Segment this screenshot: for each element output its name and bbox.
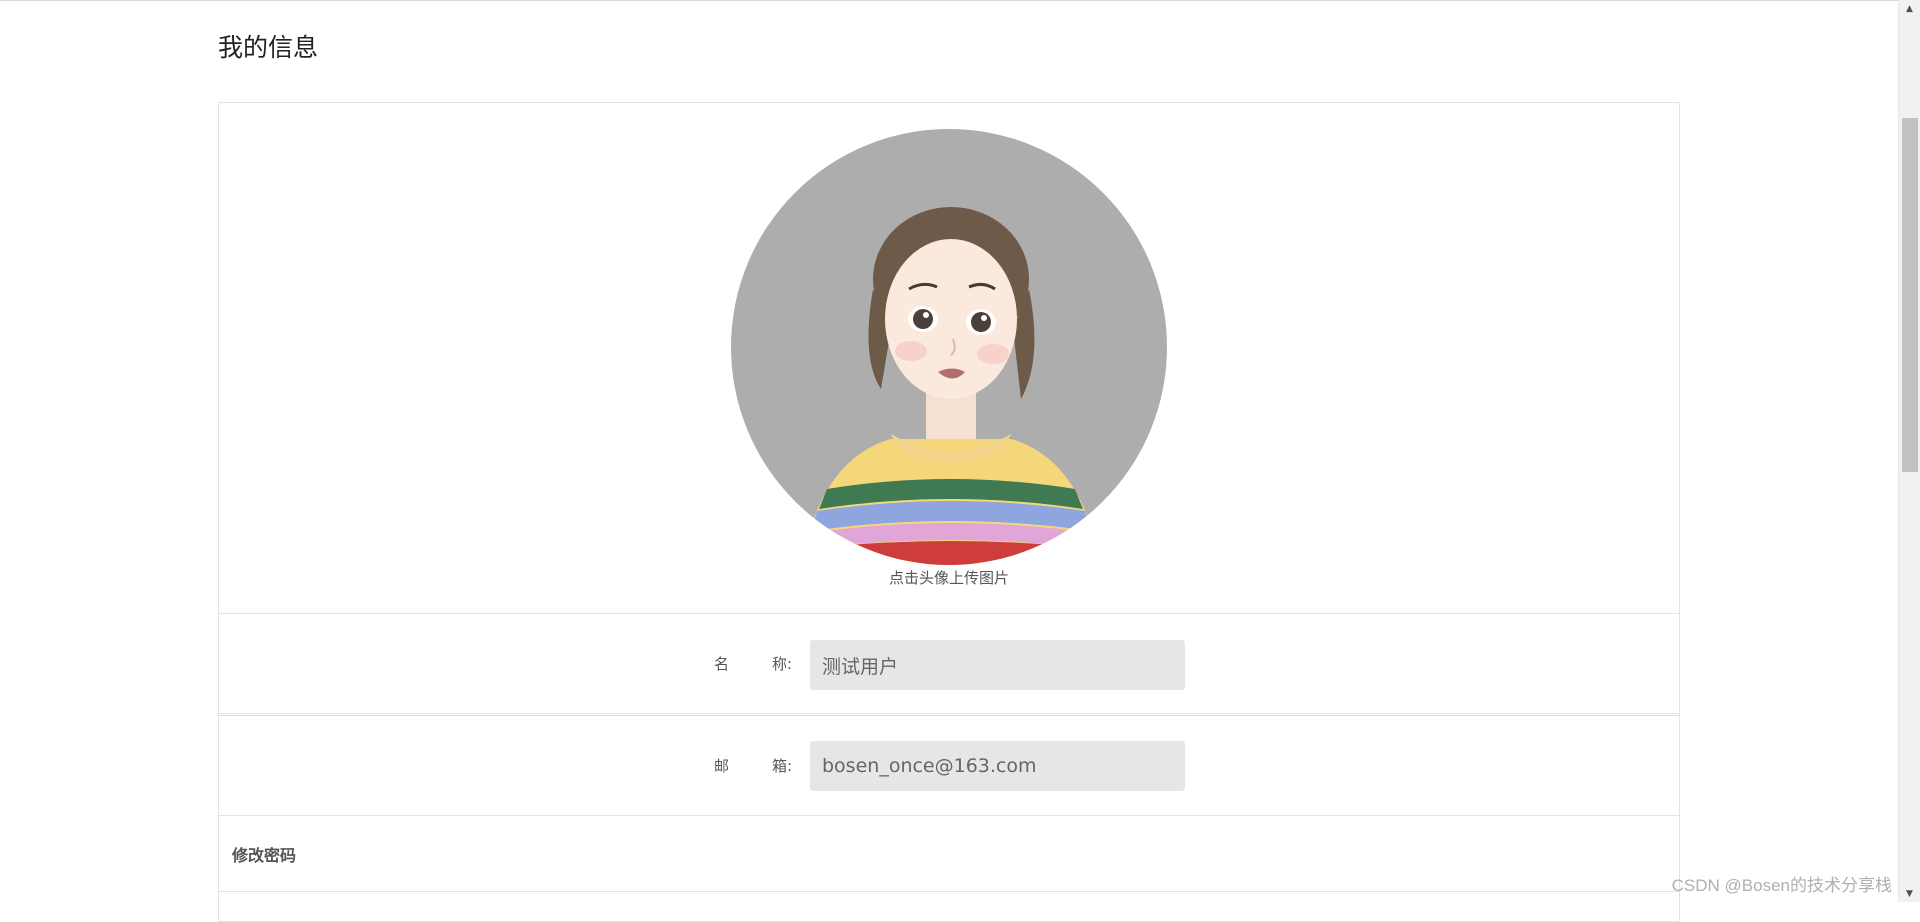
scroll-down-arrow-icon[interactable]: ▼ — [1899, 885, 1920, 902]
user-avatar-illustration — [801, 207, 1101, 565]
top-divider — [0, 0, 1898, 1]
avatar-upload-hint: 点击头像上传图片 — [888, 569, 1009, 587]
avatar-upload-button[interactable] — [731, 129, 1167, 565]
email-input[interactable] — [810, 741, 1185, 791]
page-title: 我的信息 — [218, 33, 319, 62]
avatar-section: 点击头像上传图片 — [219, 103, 1679, 614]
change-password-title[interactable]: 修改密码 — [232, 816, 296, 891]
scroll-up-arrow-icon[interactable]: ▲ — [1899, 0, 1920, 17]
email-label-char1: 邮 — [714, 757, 730, 775]
name-label-char2: 称: — [772, 655, 793, 673]
vertical-scrollbar[interactable]: ▲ ▼ — [1898, 0, 1920, 902]
name-input[interactable] — [810, 640, 1185, 690]
email-label: 邮 箱: — [714, 716, 814, 815]
scroll-thumb[interactable] — [1902, 118, 1918, 472]
email-label-char2: 箱: — [772, 757, 793, 775]
profile-panel: 点击头像上传图片 名 称: 邮 箱: 修改密码 — [218, 102, 1680, 922]
watermark: CSDN @Bosen的技术分享栈 — [1671, 876, 1892, 895]
name-row: 名 称: — [219, 614, 1679, 714]
name-label: 名 称: — [714, 614, 814, 713]
name-label-char1: 名 — [714, 655, 730, 673]
change-password-row[interactable]: 修改密码 — [219, 816, 1679, 892]
email-row: 邮 箱: — [219, 715, 1679, 816]
